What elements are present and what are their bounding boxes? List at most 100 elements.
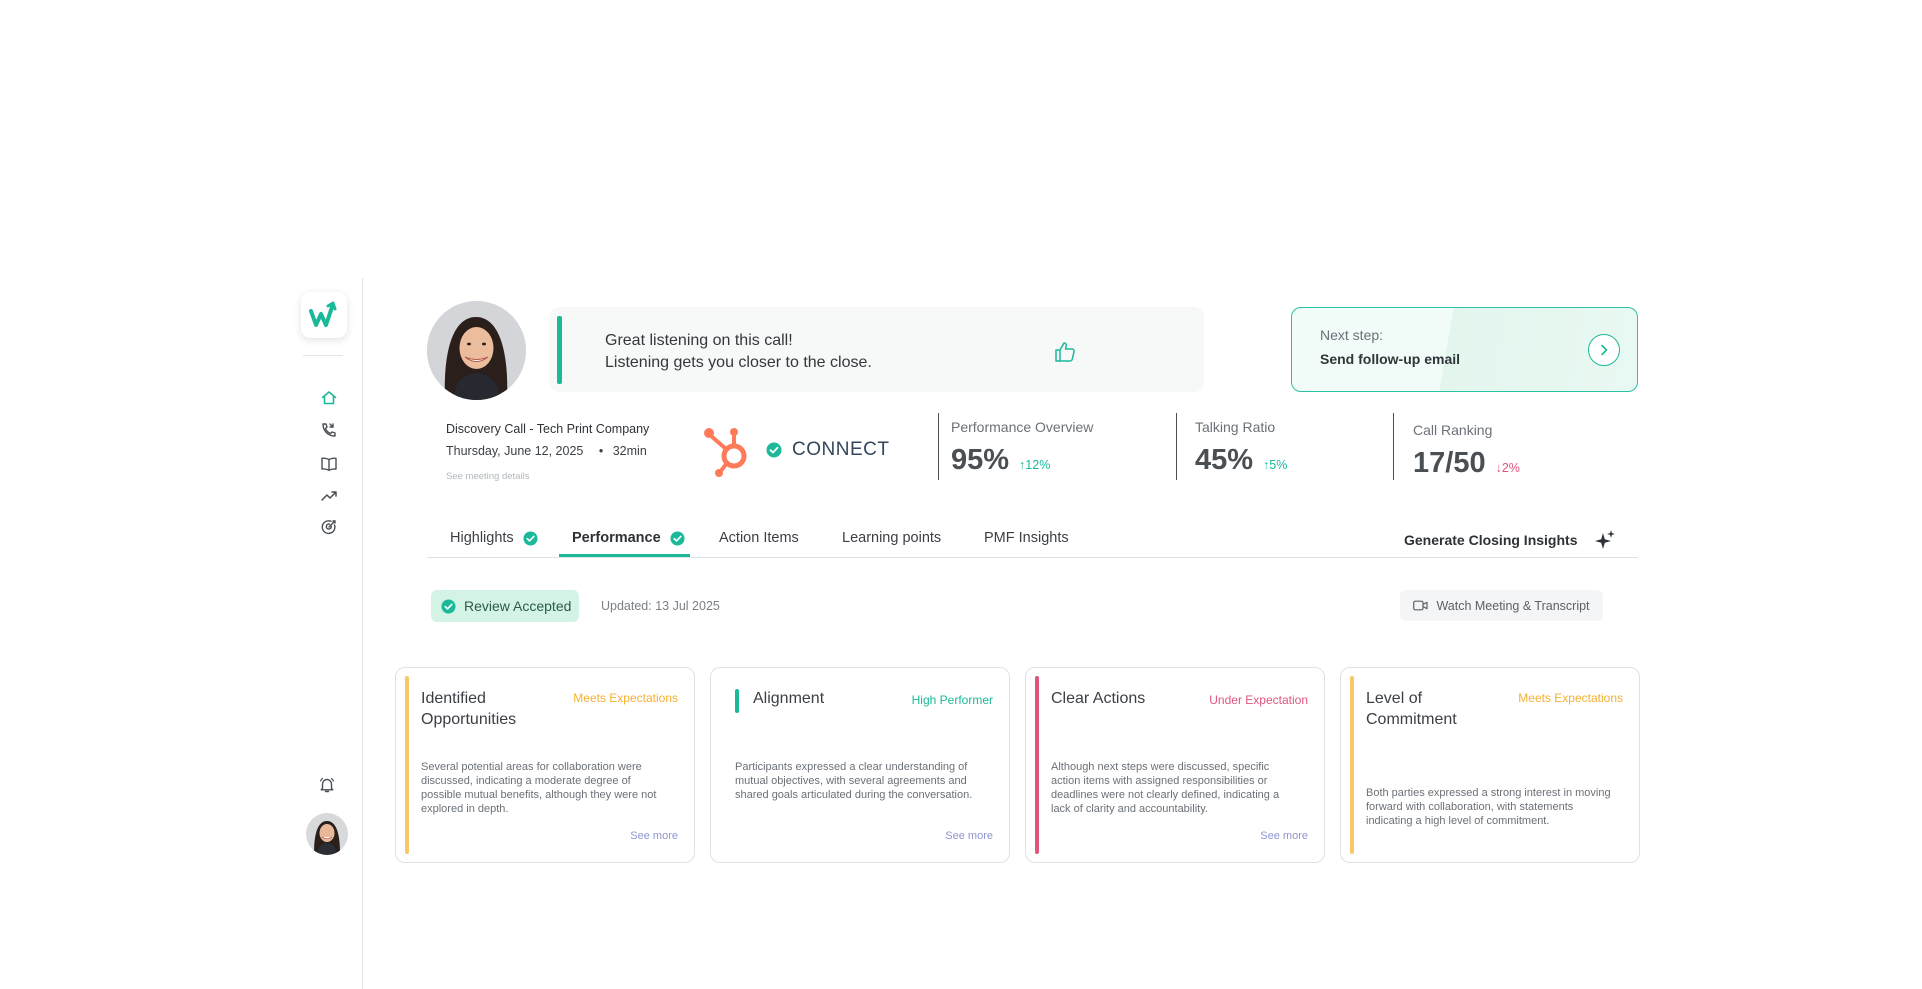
card-accent-bar xyxy=(1035,676,1039,854)
generate-insights-button[interactable]: Generate Closing Insights xyxy=(1404,528,1617,552)
tabs-divider xyxy=(427,557,1638,558)
meeting-date: Thursday, June 12, 2025 xyxy=(446,444,584,458)
nav-calls[interactable] xyxy=(318,419,340,441)
logo-icon xyxy=(309,301,337,327)
tab-learning-points[interactable]: Learning points xyxy=(842,530,941,546)
card-body: Both parties expressed a strong interest… xyxy=(1366,787,1611,827)
praise-line-1: Great listening on this call! xyxy=(605,332,793,349)
logo-divider xyxy=(303,355,343,356)
sidebar-divider xyxy=(362,278,363,989)
see-more-link[interactable]: See more xyxy=(945,830,993,842)
check-circle-icon xyxy=(523,530,538,546)
card-clear-actions[interactable]: Clear Actions Under Expectation Although… xyxy=(1025,667,1325,863)
chevron-right-icon xyxy=(1601,344,1608,356)
tab-label: Highlights xyxy=(450,530,514,546)
card-level-of-commitment[interactable]: Level of Commitment Meets Expectations B… xyxy=(1340,667,1640,863)
crm-connect[interactable]: CONNECT xyxy=(700,422,889,478)
praise-message: Great listening on this call! Listening … xyxy=(605,330,872,374)
bell-icon xyxy=(319,777,335,793)
meeting-title: Discovery Call - Tech Print Company xyxy=(446,422,650,436)
thumbs-up-icon xyxy=(1055,342,1075,362)
tab-label: Action Items xyxy=(719,530,799,546)
card-title: Clear Actions xyxy=(1051,690,1146,707)
metric-divider xyxy=(1393,413,1394,480)
user-avatar[interactable] xyxy=(306,813,348,855)
book-icon xyxy=(321,457,337,471)
card-accent-bar xyxy=(1350,676,1354,854)
app-logo[interactable] xyxy=(301,292,347,338)
card-identified-opportunities[interactable]: Identified Opportunities Meets Expectati… xyxy=(395,667,695,863)
tab-label: Performance xyxy=(572,530,661,546)
hubspot-icon xyxy=(704,428,747,477)
metric-talking-ratio: 45% ↑5% xyxy=(1195,444,1287,477)
watch-meeting-label: Watch Meeting & Transcript xyxy=(1436,598,1590,613)
nav-notifications[interactable] xyxy=(316,774,338,796)
watch-meeting-button[interactable]: Watch Meeting & Transcript xyxy=(1400,590,1603,621)
metric-divider xyxy=(1176,413,1177,480)
card-status: Under Expectation xyxy=(1209,693,1308,707)
card-body: Participants expressed a clear understan… xyxy=(735,761,973,801)
metric-delta-value: 5% xyxy=(1269,458,1288,472)
meeting-separator: • xyxy=(598,444,604,458)
tab-performance[interactable]: Performance xyxy=(572,530,685,546)
tab-highlights[interactable]: Highlights xyxy=(450,530,538,546)
phone-icon xyxy=(322,423,336,437)
nav-home[interactable] xyxy=(318,387,340,409)
metric-label-talking-ratio: Talking Ratio xyxy=(1195,419,1276,435)
check-circle-icon xyxy=(766,442,782,458)
check-circle-icon xyxy=(670,530,685,546)
metric-delta: ↑12% xyxy=(1019,458,1051,472)
meeting-duration: 32min xyxy=(612,444,647,458)
metric-delta-value: 12% xyxy=(1025,458,1051,472)
generate-insights-label: Generate Closing Insights xyxy=(1404,532,1578,548)
card-status: Meets Expectations xyxy=(1518,691,1623,705)
tab-label: PMF Insights xyxy=(984,530,1069,546)
metric-label-performance: Performance Overview xyxy=(951,419,1094,435)
card-body: Several potential areas for collaboratio… xyxy=(421,761,657,815)
sparkle-icon xyxy=(1595,530,1616,549)
home-icon xyxy=(321,391,337,405)
metric-delta: ↑5% xyxy=(1263,458,1288,472)
avatar xyxy=(306,813,348,855)
thumbs-up-button[interactable] xyxy=(1052,339,1078,365)
metric-label-call-ranking: Call Ranking xyxy=(1413,422,1493,438)
tab-label: Learning points xyxy=(842,530,942,546)
card-accent-bar xyxy=(405,676,409,854)
metric-divider xyxy=(938,413,939,480)
next-step-card[interactable] xyxy=(1291,307,1638,392)
praise-line-2: Listening gets you closer to the close. xyxy=(605,354,872,371)
trending-up-icon xyxy=(321,491,337,501)
card-status: High Performer xyxy=(911,693,993,707)
next-step-label: Next step: xyxy=(1320,327,1384,343)
meeting-details-link[interactable]: See meeting details xyxy=(446,471,529,482)
card-status: Meets Expectations xyxy=(573,691,678,705)
nav-trends[interactable] xyxy=(318,485,340,507)
video-icon xyxy=(1413,600,1429,611)
card-accent-bar xyxy=(735,689,739,713)
metric-call-ranking: 17/50 ↓2% xyxy=(1413,447,1520,480)
meeting-date-row: Thursday, June 12, 2025 • 32min xyxy=(446,444,647,458)
nav-goals[interactable] xyxy=(318,516,340,538)
see-more-link[interactable]: See more xyxy=(630,830,678,842)
connect-label: CONNECT xyxy=(792,439,890,460)
review-badge-label: Review Accepted xyxy=(464,598,572,614)
metric-value: 45% xyxy=(1195,444,1254,476)
tab-pmf-insights[interactable]: PMF Insights xyxy=(984,530,1069,546)
card-body: Although next steps were discussed, spec… xyxy=(1051,761,1280,815)
next-step-button[interactable] xyxy=(1588,334,1620,366)
check-circle-icon xyxy=(441,598,456,614)
review-accepted-badge: Review Accepted xyxy=(431,590,579,622)
metric-value: 17/50 xyxy=(1413,447,1486,479)
metric-delta: ↓2% xyxy=(1495,461,1520,475)
card-title: Alignment xyxy=(753,690,825,707)
active-tab-indicator xyxy=(559,554,690,557)
metric-performance: 95% ↑12% xyxy=(951,444,1050,477)
rep-avatar xyxy=(427,301,526,400)
nav-library[interactable] xyxy=(318,453,340,475)
metric-value: 95% xyxy=(951,444,1010,476)
tab-action-items[interactable]: Action Items xyxy=(719,530,799,546)
praise-accent-bar xyxy=(557,316,562,384)
see-more-link[interactable]: See more xyxy=(1260,830,1308,842)
card-alignment[interactable]: Alignment High Performer Participants ex… xyxy=(710,667,1010,863)
metric-delta-value: 2% xyxy=(1501,461,1520,475)
